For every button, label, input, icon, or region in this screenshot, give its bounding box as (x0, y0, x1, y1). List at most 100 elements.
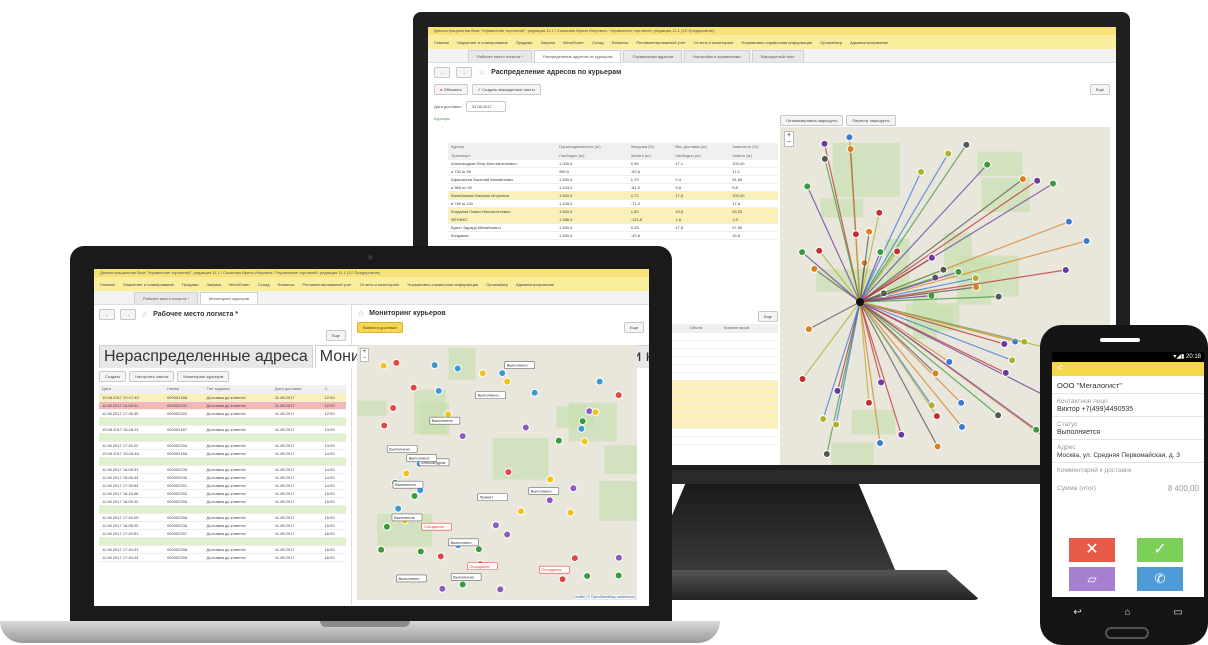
back-button[interactable]: ← (434, 67, 450, 78)
table-row[interactable]: 11.08.2017 17:39:54 000002251 Доставка до … (99, 481, 346, 490)
column-header[interactable]: Занятость (%) (729, 143, 778, 152)
table-row[interactable]: 11.08.2017 10:06:44 000002240 Доставка до … (99, 473, 346, 482)
map-status-tag[interactable]: Выполнено (528, 487, 559, 495)
address-marker[interactable] (815, 246, 824, 255)
table-row[interactable]: 10.08.2017 15:16:48 000002168 Доставка до … (99, 449, 346, 458)
courier-marker[interactable] (580, 437, 589, 446)
column-header[interactable]: Курьер (448, 143, 557, 152)
table-row[interactable] (99, 433, 346, 442)
address-marker[interactable] (820, 139, 829, 148)
address-marker[interactable] (994, 411, 1003, 420)
address-marker[interactable] (810, 264, 819, 273)
courier-marker[interactable] (558, 575, 567, 584)
map-more-button[interactable]: Еще (623, 322, 644, 333)
back-button[interactable]: ← (99, 309, 115, 320)
address-marker[interactable] (954, 267, 963, 276)
menu-item[interactable]: Продажи (182, 282, 199, 287)
courier-marker[interactable] (569, 484, 578, 493)
map-status-tag[interactable]: Опоздание (421, 522, 452, 531)
address-marker[interactable] (1032, 425, 1041, 434)
subtab[interactable]: Нераспределенные адреса (99, 345, 313, 368)
courier-marker[interactable] (458, 580, 467, 589)
address-marker[interactable] (957, 398, 966, 407)
address-marker[interactable] (931, 369, 940, 378)
nav-back-icon[interactable]: ↩ (1073, 607, 1081, 618)
address-marker[interactable] (851, 230, 860, 239)
call-button[interactable]: ✆ (1137, 567, 1183, 591)
create-routes-button[interactable]: ✔ Создать маршрутные листы (471, 84, 541, 95)
refresh-button[interactable]: ● Обновить (434, 84, 468, 95)
table-row[interactable] (99, 505, 346, 514)
courier-marker[interactable] (382, 522, 391, 531)
map-zoom-controls[interactable]: + − (360, 348, 369, 362)
courier-marker[interactable] (614, 553, 623, 562)
table-row[interactable]: 11.08.2017 17:40:22 000002204 Доставка до … (99, 441, 346, 450)
menu-item[interactable]: Органайзер (486, 282, 508, 287)
tab[interactable]: Настройки и справочники (684, 50, 750, 62)
map-zoom-controls[interactable]: + − (784, 131, 794, 147)
courier-marker[interactable] (503, 530, 512, 539)
courier-marker[interactable] (394, 504, 403, 513)
courier-marker[interactable] (614, 391, 623, 400)
forward-button[interactable]: → (120, 309, 136, 320)
address-marker[interactable] (865, 227, 874, 236)
menu-item[interactable]: Маркетинг и планирование (457, 40, 508, 45)
tab[interactable]: Рабочее место логиста * (468, 50, 532, 62)
menu-item[interactable]: Регламентированный учет (636, 40, 685, 45)
menu-item[interactable]: Отчеты и мониторинг (360, 282, 400, 287)
map-status-tag[interactable]: Выполнено (450, 573, 482, 581)
courier-marker[interactable] (577, 424, 586, 433)
courier-marker[interactable] (566, 508, 575, 517)
table-row[interactable]: а 734 ш 99 950,0 -50,6 17,1 (448, 167, 778, 176)
address-marker[interactable] (804, 325, 813, 334)
courier-marker[interactable] (503, 377, 512, 386)
courier-marker[interactable] (377, 545, 386, 554)
courier-monitor-button[interactable]: Мониторинг курьеров (177, 371, 230, 382)
column-header[interactable]: Дата (99, 385, 165, 394)
courier-marker[interactable] (546, 475, 555, 484)
table-row[interactable]: Балабанова Наталья Игоревна 1 500,0 0,72 17… (448, 191, 778, 200)
address-marker[interactable] (927, 253, 936, 262)
tab[interactable]: Распределение адресов по курьерам (533, 50, 622, 62)
configure-list-button[interactable]: Настроить список (129, 371, 175, 382)
courier-marker[interactable] (444, 410, 453, 419)
table-row[interactable]: 11.08.2017 17:40:44 000002259 Доставка до … (99, 553, 346, 562)
address-marker[interactable] (893, 247, 902, 256)
column-header[interactable]: Объем (686, 324, 721, 333)
lower-more-button[interactable]: Еще (757, 311, 778, 322)
address-marker[interactable] (1064, 217, 1073, 226)
tab[interactable]: Маршрутный лист (751, 50, 804, 62)
address-marker[interactable] (819, 414, 828, 423)
courier-marker[interactable] (434, 386, 443, 395)
nav-recents-icon[interactable]: ▭ (1173, 607, 1182, 618)
optimize-routes-button[interactable]: Оптимизировать маршруты (780, 115, 844, 126)
map-status-tag[interactable]: Выполнено (386, 445, 418, 453)
courier-marker[interactable] (521, 423, 530, 432)
menu-item[interactable]: Органайзер (820, 40, 842, 45)
column-header[interactable]: Дата доставки (271, 385, 322, 394)
menu-item[interactable]: Финансы (612, 40, 629, 45)
table-row[interactable]: 11.08.2017 17:36:35 000002202 Доставка до … (99, 409, 346, 418)
courier-marker[interactable] (453, 364, 462, 373)
address-marker[interactable] (1061, 266, 1070, 275)
address-marker[interactable] (877, 378, 886, 387)
table-row[interactable]: а 360 ес 50 1 443,0 -61,0 9,8 9,8 (448, 183, 778, 192)
table-row[interactable]: 11.08.2017 17:40:31 000002258 Доставка до … (99, 545, 346, 554)
courier-marker[interactable] (478, 369, 487, 378)
more-button[interactable]: Еще (1089, 84, 1110, 95)
phone-home-button[interactable] (1105, 627, 1149, 639)
address-marker[interactable] (983, 160, 992, 169)
courier-marker[interactable] (570, 554, 579, 563)
menu-item[interactable]: Главное (100, 282, 115, 287)
forward-button[interactable]: → (456, 67, 472, 78)
menu-item[interactable]: Продажи (516, 40, 533, 45)
address-marker[interactable] (1082, 236, 1091, 245)
courier-marker[interactable] (591, 408, 600, 417)
menu-item[interactable]: Администрирование (516, 282, 554, 287)
rebuild-routes-button[interactable]: Перестр. маршруты (846, 115, 896, 126)
tab[interactable]: Рабочее место логиста * (134, 292, 198, 304)
address-marker[interactable] (876, 439, 885, 448)
address-marker[interactable] (1018, 175, 1027, 184)
address-marker[interactable] (1008, 356, 1017, 365)
courier-marker[interactable] (498, 369, 507, 378)
